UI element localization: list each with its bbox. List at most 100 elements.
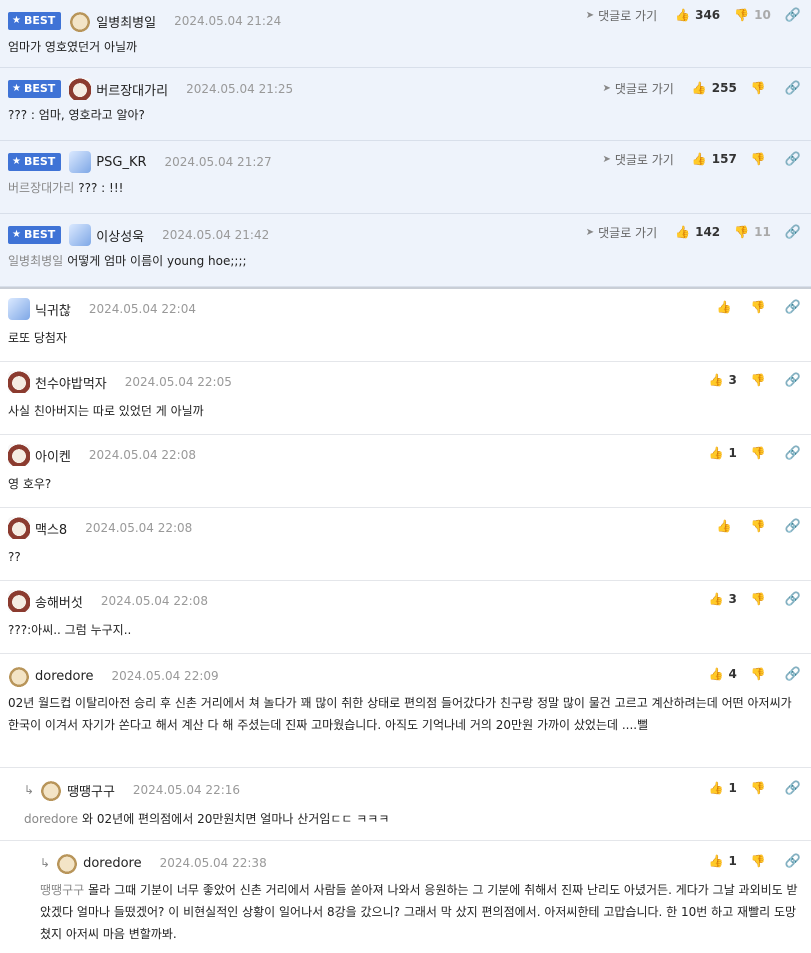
like-button[interactable]: 👍 1 [709, 446, 737, 460]
nickname[interactable]: doredore [83, 856, 142, 871]
link-icon[interactable]: 🔗 [785, 225, 801, 240]
nickname[interactable]: 천수야밥먹자 [35, 373, 107, 392]
thumbs-up-icon: 👍 [708, 592, 724, 606]
dislike-button[interactable]: 👎 11 [734, 225, 771, 239]
link-icon[interactable]: 🔗 [785, 667, 801, 682]
reply-comment: ↳ 땡땡구구 2024.05.04 22:16 👍 1 👎 🔗 doredore 와… [0, 768, 811, 841]
nickname[interactable]: 버르장대가리 [96, 80, 168, 99]
like-button[interactable]: 👍 157 [692, 152, 737, 166]
like-button[interactable]: 👍 1 [709, 781, 737, 795]
dislike-button[interactable]: 👎 [751, 592, 771, 606]
comment-date: 2024.05.04 22:08 [100, 594, 208, 608]
avatar[interactable] [8, 517, 30, 539]
thumbs-down-icon: 👎 [750, 592, 766, 606]
avatar[interactable] [69, 151, 92, 173]
link-icon[interactable]: 🔗 [785, 81, 801, 96]
like-button[interactable]: 👍 4 [709, 667, 737, 681]
nickname[interactable]: 닉귀찮 [35, 300, 71, 319]
nickname[interactable]: 이상성욱 [96, 226, 144, 245]
avatar[interactable] [8, 665, 30, 687]
avatar[interactable] [56, 852, 79, 874]
like-button[interactable]: 👍 3 [709, 373, 737, 387]
send-arrow-icon: ➤ [602, 153, 611, 165]
nickname[interactable]: 땡땡구구 [67, 781, 115, 800]
nickname[interactable]: 맥스8 [35, 519, 67, 538]
comment-date: 2024.05.04 22:04 [88, 302, 196, 316]
dislike-button[interactable]: 👎 [751, 152, 771, 166]
avatar[interactable] [8, 444, 30, 466]
avatar[interactable] [8, 298, 30, 320]
like-button[interactable]: 👍 346 [675, 8, 720, 22]
send-arrow-icon: ➤ [585, 9, 595, 21]
link-icon[interactable]: 🔗 [785, 519, 801, 534]
link-icon[interactable]: 🔗 [785, 781, 801, 796]
nickname[interactable]: doredore [35, 669, 94, 684]
nickname[interactable]: 송해버섯 [35, 592, 83, 611]
comment-text: 사실 친아버지는 따로 있었던 게 아닐까 [8, 404, 204, 418]
like-button[interactable]: 👍 [717, 300, 737, 314]
link-icon[interactable]: 🔗 [785, 373, 801, 388]
mention[interactable]: 일병최병일 [8, 254, 63, 268]
link-icon[interactable]: 🔗 [785, 592, 801, 607]
go-to-comment-link[interactable]: ➤ 댓글로 가기 [586, 224, 657, 241]
dislike-button[interactable]: 👎 [751, 781, 771, 795]
link-icon[interactable]: 🔗 [785, 152, 801, 167]
go-to-comment-link[interactable]: ➤ 댓글로 가기 [602, 151, 673, 168]
mention[interactable]: 버르장대가리 [8, 181, 74, 195]
send-arrow-icon: ➤ [585, 226, 595, 238]
dislike-button[interactable]: 👎 10 [734, 8, 771, 22]
thumbs-up-icon: 👍 [708, 854, 724, 868]
go-to-comment-link[interactable]: ➤ 댓글로 가기 [602, 80, 673, 97]
thumbs-down-icon: 👎 [734, 8, 750, 22]
comment-text: 영 호우? [8, 477, 52, 491]
comment-text: 일병최병일 어떻게 엄마 이름이 young hoe;;;; [8, 254, 247, 268]
dislike-button[interactable]: 👎 [751, 519, 771, 533]
avatar[interactable] [40, 779, 63, 801]
comment: doredore 2024.05.04 22:09 👍 4 👎 🔗 02년 월드컵… [0, 654, 811, 768]
thumbs-up-icon: 👍 [708, 781, 724, 795]
avatar[interactable] [69, 224, 92, 246]
link-icon[interactable]: 🔗 [785, 854, 801, 869]
reply-arrow-icon: ↳ [40, 856, 51, 870]
nickname[interactable]: PSG_KR [96, 155, 146, 170]
comment-date: 2024.05.04 22:08 [88, 448, 196, 462]
comment: 아이켄 2024.05.04 22:08 👍 1 👎 🔗 영 호우? [0, 435, 811, 508]
avatar[interactable] [8, 590, 30, 612]
comment-date: 2024.05.04 21:24 [174, 14, 282, 28]
mention[interactable]: doredore [24, 812, 78, 826]
dislike-button[interactable]: 👎 [751, 373, 771, 387]
best-comment: ★ BEST 버르장대가리 2024.05.04 21:25 ➤ 댓글로 가기 👍 2… [0, 68, 811, 141]
star-icon: ★ [12, 156, 21, 167]
like-button[interactable]: 👍 1 [709, 854, 737, 868]
comment-text: ??? : 엄마, 영호라고 알아? [8, 108, 145, 122]
nickname[interactable]: 아이켄 [35, 446, 71, 465]
link-icon[interactable]: 🔗 [785, 8, 801, 23]
avatar[interactable] [69, 78, 92, 100]
thumbs-down-icon: 👎 [750, 373, 766, 387]
go-to-comment-link[interactable]: ➤ 댓글로 가기 [586, 7, 657, 24]
dislike-button[interactable]: 👎 [751, 667, 771, 681]
comment-date: 2024.05.04 21:25 [186, 82, 294, 96]
thumbs-down-icon: 👎 [750, 519, 766, 533]
dislike-button[interactable]: 👎 [751, 81, 771, 95]
like-button[interactable]: 👍 255 [692, 81, 737, 95]
link-icon[interactable]: 🔗 [785, 446, 801, 461]
dislike-button[interactable]: 👎 [751, 300, 771, 314]
like-button[interactable]: 👍 142 [675, 225, 720, 239]
avatar[interactable] [8, 371, 30, 393]
dislike-button[interactable]: 👎 [751, 854, 771, 868]
avatar[interactable] [69, 10, 92, 32]
dislike-button[interactable]: 👎 [751, 446, 771, 460]
reply-comment: ↳ doredore 2024.05.04 22:38 👍 1 👎 🔗 땡땡구구 몰… [0, 841, 811, 953]
comment-text: ???:아씨.. 그럼 누구지.. [8, 623, 132, 637]
link-icon[interactable]: 🔗 [785, 300, 801, 315]
comment-date: 2024.05.04 22:38 [159, 856, 267, 870]
star-icon: ★ [12, 229, 21, 240]
like-button[interactable]: 👍 3 [709, 592, 737, 606]
mention[interactable]: 땡땡구구 [40, 883, 84, 897]
comment-date: 2024.05.04 22:08 [85, 521, 193, 535]
nickname[interactable]: 일병최병일 [96, 12, 156, 31]
like-button[interactable]: 👍 [717, 519, 737, 533]
comment-text: doredore 와 02년에 편의점에서 20만원치면 얼마나 산거임ㄷㄷ ㅋㅋ… [24, 812, 390, 826]
thumbs-down-icon: 👎 [734, 225, 750, 239]
